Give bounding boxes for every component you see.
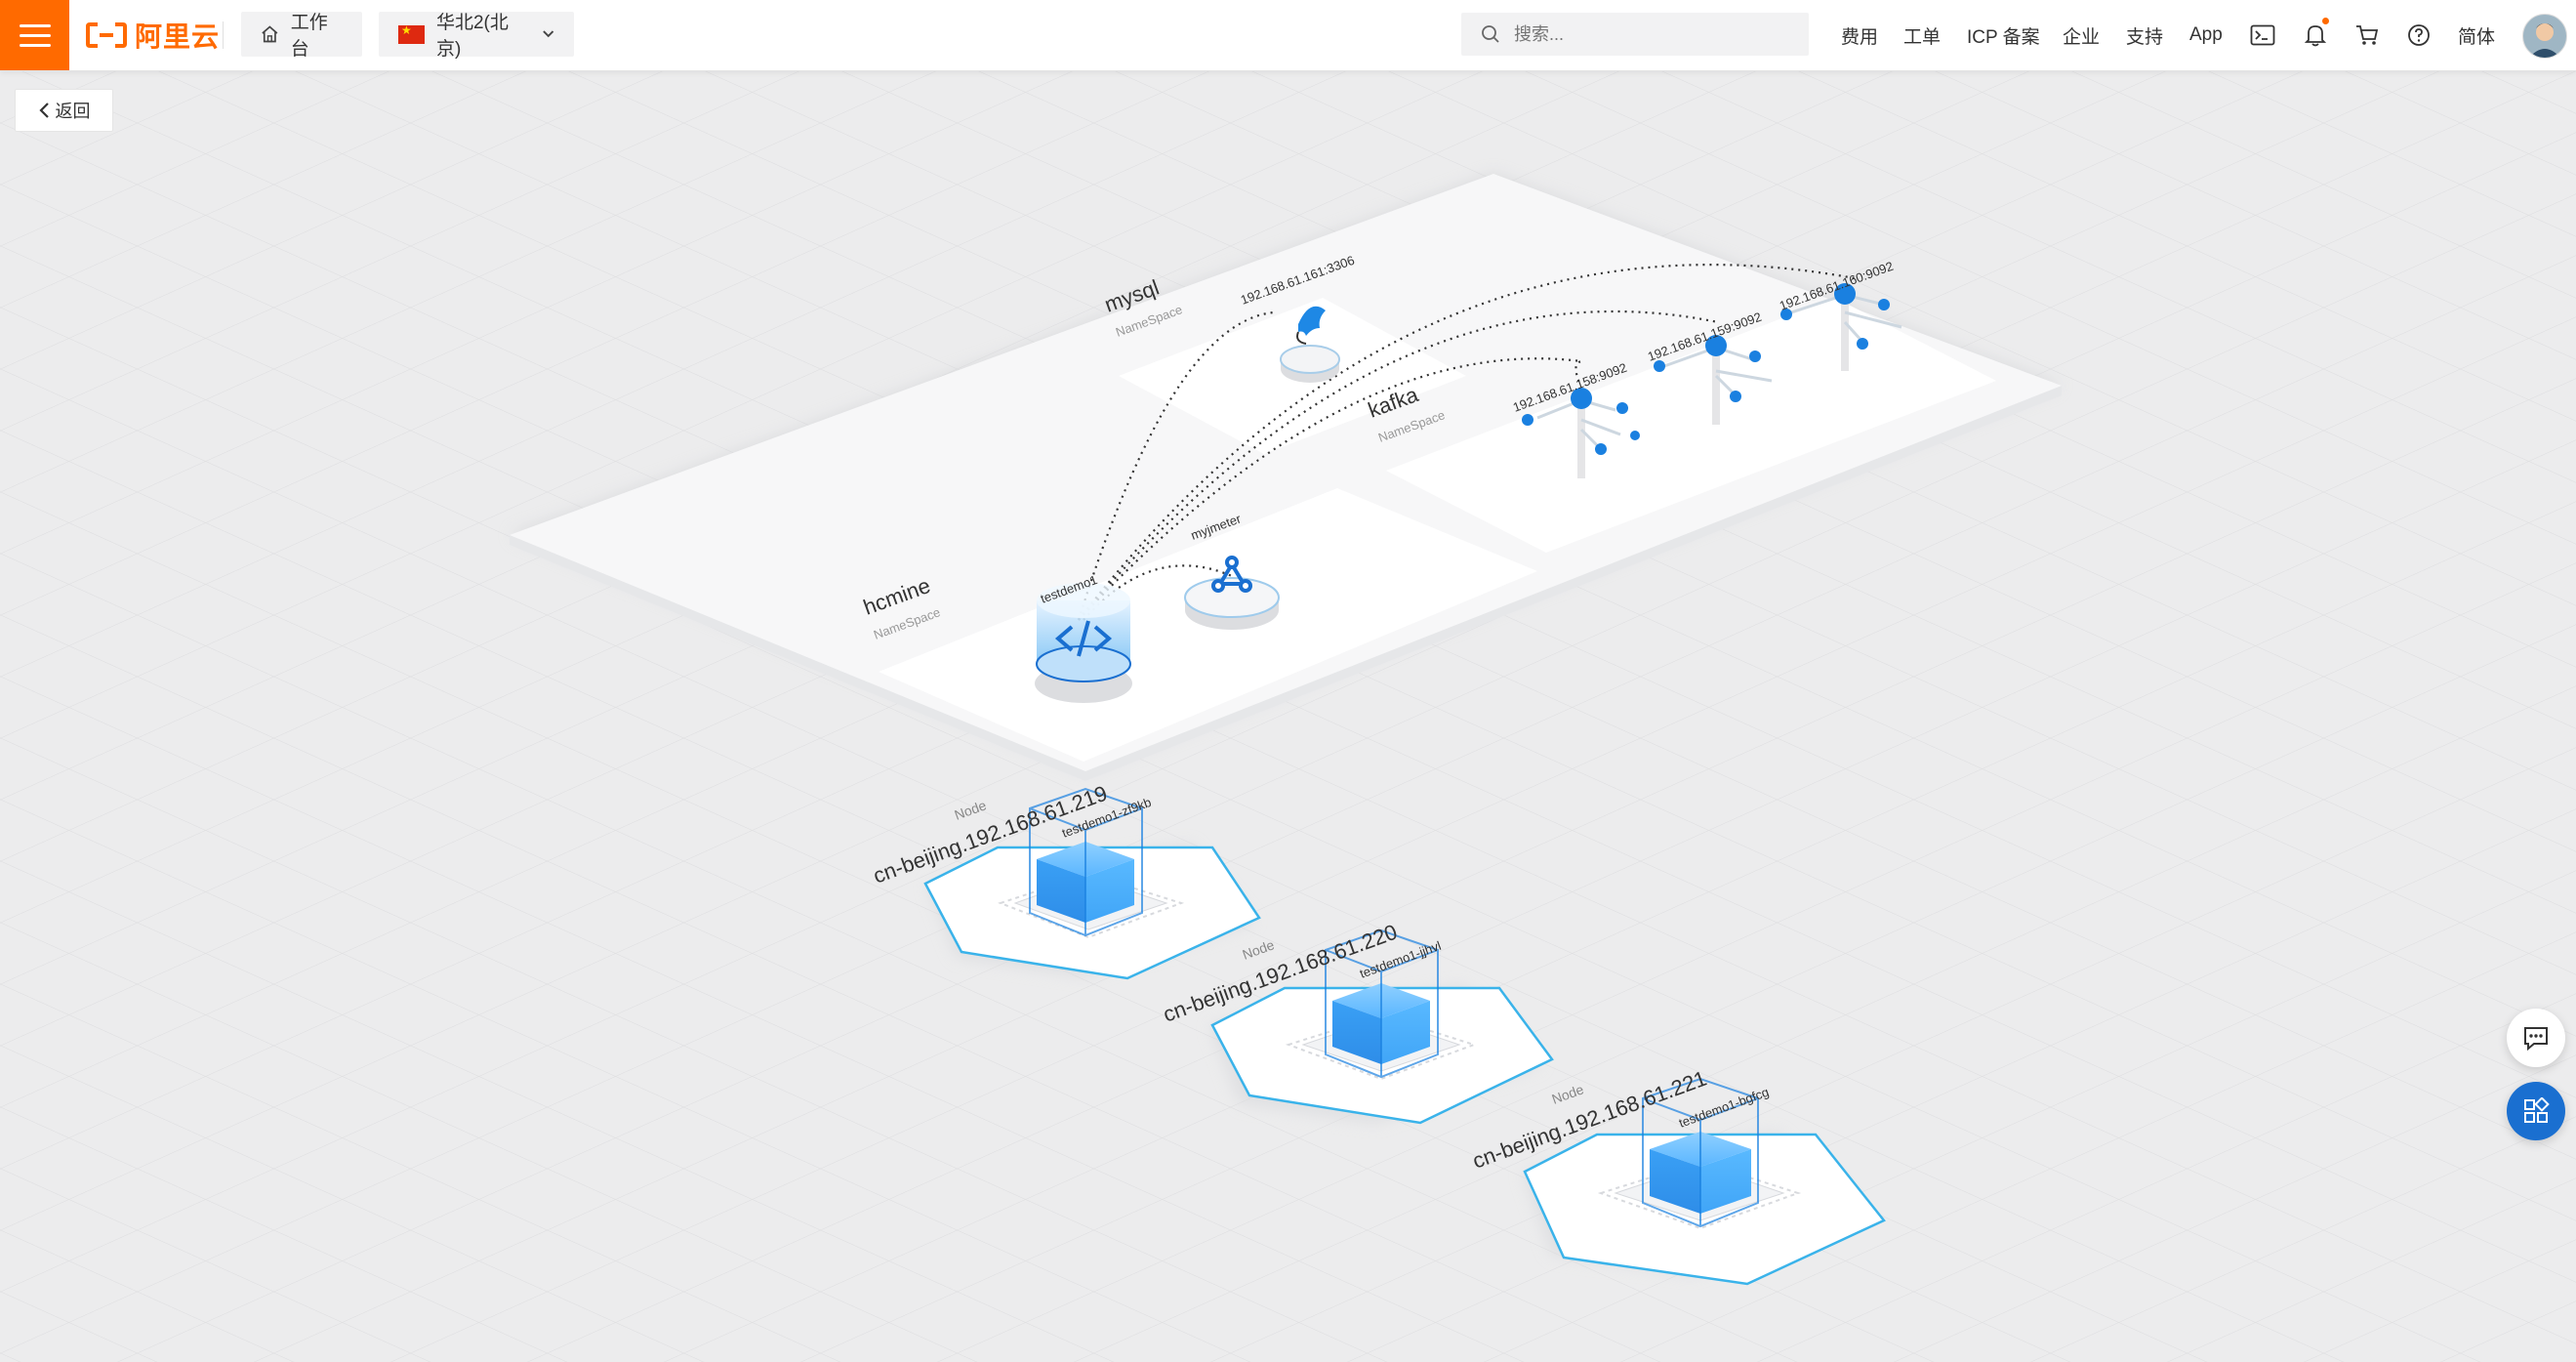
apps-grid-icon [2524,1097,2550,1123]
hamburger-menu-button[interactable] [0,0,69,70]
nav-label: ICP 备案 [1967,26,2040,48]
terminal-button[interactable] [2247,20,2278,51]
cart-button[interactable] [2351,20,2383,51]
menu-line [19,33,51,37]
top-navigation-bar: 阿里云 工作台 华北2(北京) 费用 工单 ICP 备案 企业 支持 App [0,0,2576,71]
home-icon [262,25,278,43]
apps-button[interactable] [2507,1082,2565,1140]
back-button[interactable]: 返回 [15,89,113,132]
nav-item-support[interactable]: 支持 [2126,0,2163,70]
nav-item-fees[interactable]: 费用 [1841,0,1878,70]
avatar-image [2523,15,2566,58]
nav-label: 支持 [2126,26,2164,48]
search-icon [1482,25,1499,43]
nav-item-tickets[interactable]: 工单 [1903,0,1941,70]
nav-item-icp[interactable]: ICP 备案 [1967,0,2040,70]
aliyun-logo[interactable]: 阿里云 [86,16,220,55]
language-label: 简体 [2458,26,2496,48]
bell-icon [2305,25,2326,47]
nav-label: App [2189,24,2223,45]
topology-canvas[interactable]: mysql NameSpace kafka NameSpace hcmine N… [0,70,2576,1362]
search-box[interactable] [1461,13,1809,56]
help-icon [2408,24,2430,46]
nav-label: 费用 [1841,26,1879,48]
notification-dot [2322,18,2329,24]
terminal-icon [2250,24,2275,46]
menu-line [19,23,51,27]
testdemo1-service[interactable]: testdemo1 [1035,572,1132,703]
aliyun-logo-icon [86,22,127,48]
chevron-left-icon [38,103,49,118]
workbench-label: 工作台 [290,13,328,60]
notification-button[interactable] [2300,18,2331,51]
nav-item-app[interactable]: App [2189,0,2223,70]
nav-label: 企业 [2063,26,2101,48]
user-avatar[interactable] [2522,14,2567,59]
workbench-button[interactable]: 工作台 [241,12,362,60]
region-selector[interactable]: 华北2(北京) [379,12,574,60]
header-divider [223,21,224,49]
menu-line [19,43,51,47]
back-label: 返回 [55,102,91,121]
chat-button[interactable] [2507,1009,2565,1067]
china-flag-icon [398,23,425,44]
language-switch[interactable]: 简体 [2458,0,2495,70]
logo-text: 阿里云 [135,21,221,52]
help-button[interactable] [2403,20,2434,51]
chat-bubble-icon [2524,1027,2548,1051]
search-input[interactable] [1512,22,1789,46]
chevron-down-icon [542,30,553,38]
nav-item-enterprise[interactable]: 企业 [2063,0,2100,70]
cart-icon [2356,25,2379,45]
nav-label: 工单 [1903,26,1942,48]
region-label: 华北2(北京) [435,13,509,60]
